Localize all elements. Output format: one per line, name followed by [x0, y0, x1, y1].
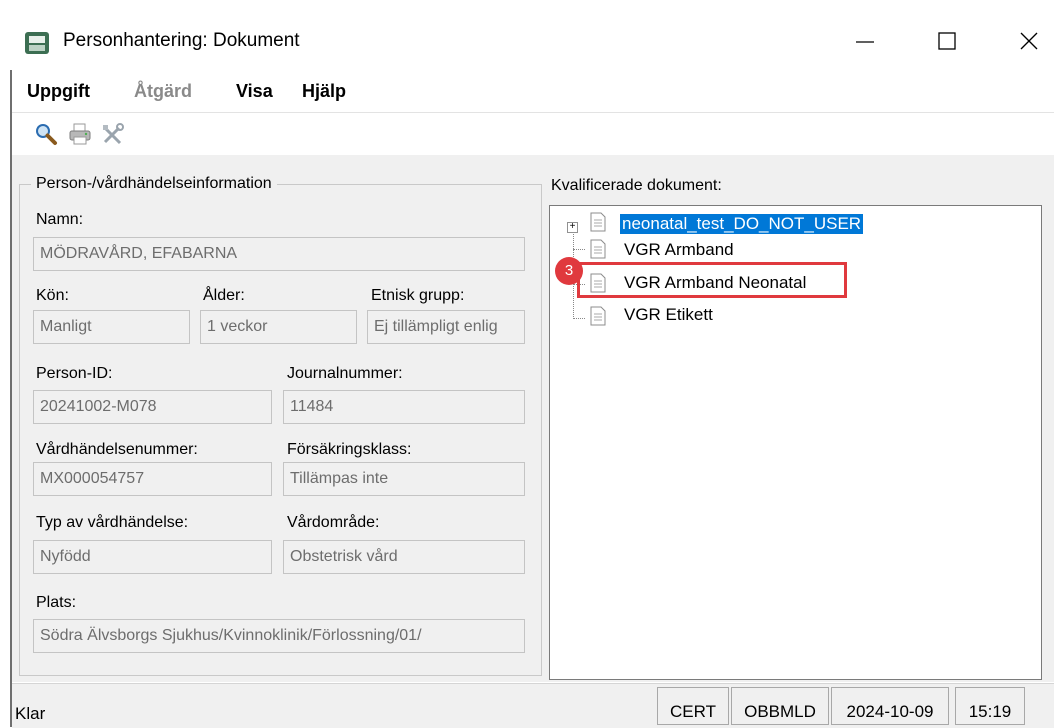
name-field[interactable]: MÖDRAVÅRD, EFABARNA: [33, 237, 525, 271]
tree-item-vgr-armband[interactable]: VGR Armband: [624, 240, 734, 260]
status-user: OBBMLD: [731, 687, 829, 725]
ethnic-group-field[interactable]: Ej tillämpligt enlig: [367, 310, 525, 344]
person-id-field[interactable]: 20241002-M078: [33, 390, 272, 424]
age-label: Ålder:: [203, 287, 245, 304]
tools-icon[interactable]: [100, 121, 126, 147]
insurance-class-field[interactable]: Tillämpas inte: [283, 462, 525, 496]
event-type-field[interactable]: Nyfödd: [33, 540, 272, 574]
journal-number-field[interactable]: 11484: [283, 390, 525, 424]
gender-field[interactable]: Manligt: [33, 310, 190, 344]
insurance-class-label: Försäkringsklass:: [287, 441, 412, 458]
app-icon: [24, 30, 50, 56]
documents-label: Kvalificerade dokument:: [551, 177, 722, 194]
event-number-field[interactable]: MX000054757: [33, 462, 272, 496]
document-icon: [590, 239, 606, 259]
person-id-label: Person-ID:: [36, 365, 113, 382]
age-field[interactable]: 1 veckor: [200, 310, 357, 344]
menu-atgard[interactable]: Åtgärd: [134, 81, 192, 102]
status-text: Klar: [15, 704, 46, 723]
step-marker: 3: [555, 257, 583, 285]
close-button[interactable]: [1012, 24, 1046, 58]
window-title: Personhantering: Dokument: [63, 30, 300, 51]
menu-uppgift[interactable]: Uppgift: [27, 81, 90, 102]
document-icon: [590, 306, 606, 326]
tree-item-neonatal-test[interactable]: neonatal_test_DO_NOT_USER: [620, 214, 864, 234]
search-icon[interactable]: [33, 121, 59, 147]
care-area-label: Vårdområde:: [287, 514, 380, 531]
journal-number-label: Journalnummer:: [287, 365, 403, 382]
menu-visa[interactable]: Visa: [236, 81, 273, 102]
place-field[interactable]: Södra Älvsborgs Sjukhus/Kvinnoklinik/För…: [33, 619, 525, 653]
event-number-label: Vårdhändelsenummer:: [36, 441, 198, 458]
document-icon: [590, 212, 606, 232]
highlight-box: [577, 262, 847, 298]
status-cert: CERT: [657, 687, 729, 725]
name-label: Namn:: [36, 211, 84, 228]
gender-label: Kön:: [36, 287, 69, 304]
status-time: 15:19: [955, 687, 1025, 725]
tree-item-vgr-etikett[interactable]: VGR Etikett: [624, 305, 713, 325]
tree-connector: [573, 318, 585, 319]
person-info-group-title: Person-/vårdhändelseinformation: [31, 175, 277, 193]
menu-bar: Uppgift Åtgärd Visa Hjälp: [12, 76, 1054, 112]
place-label: Plats:: [36, 594, 77, 611]
minimize-button[interactable]: [848, 24, 882, 58]
care-area-field[interactable]: Obstetrisk vård: [283, 540, 525, 574]
tree-connector: [573, 249, 585, 250]
toolbar: [12, 112, 1054, 155]
maximize-button[interactable]: [930, 24, 964, 58]
status-date: 2024-10-09: [831, 687, 949, 725]
menu-hjalp[interactable]: Hjälp: [302, 81, 346, 102]
printer-icon[interactable]: [67, 121, 93, 147]
ethnic-group-label: Etnisk grupp:: [371, 287, 465, 304]
tree-expand-icon[interactable]: +: [567, 222, 578, 233]
event-type-label: Typ av vårdhändelse:: [36, 514, 189, 531]
